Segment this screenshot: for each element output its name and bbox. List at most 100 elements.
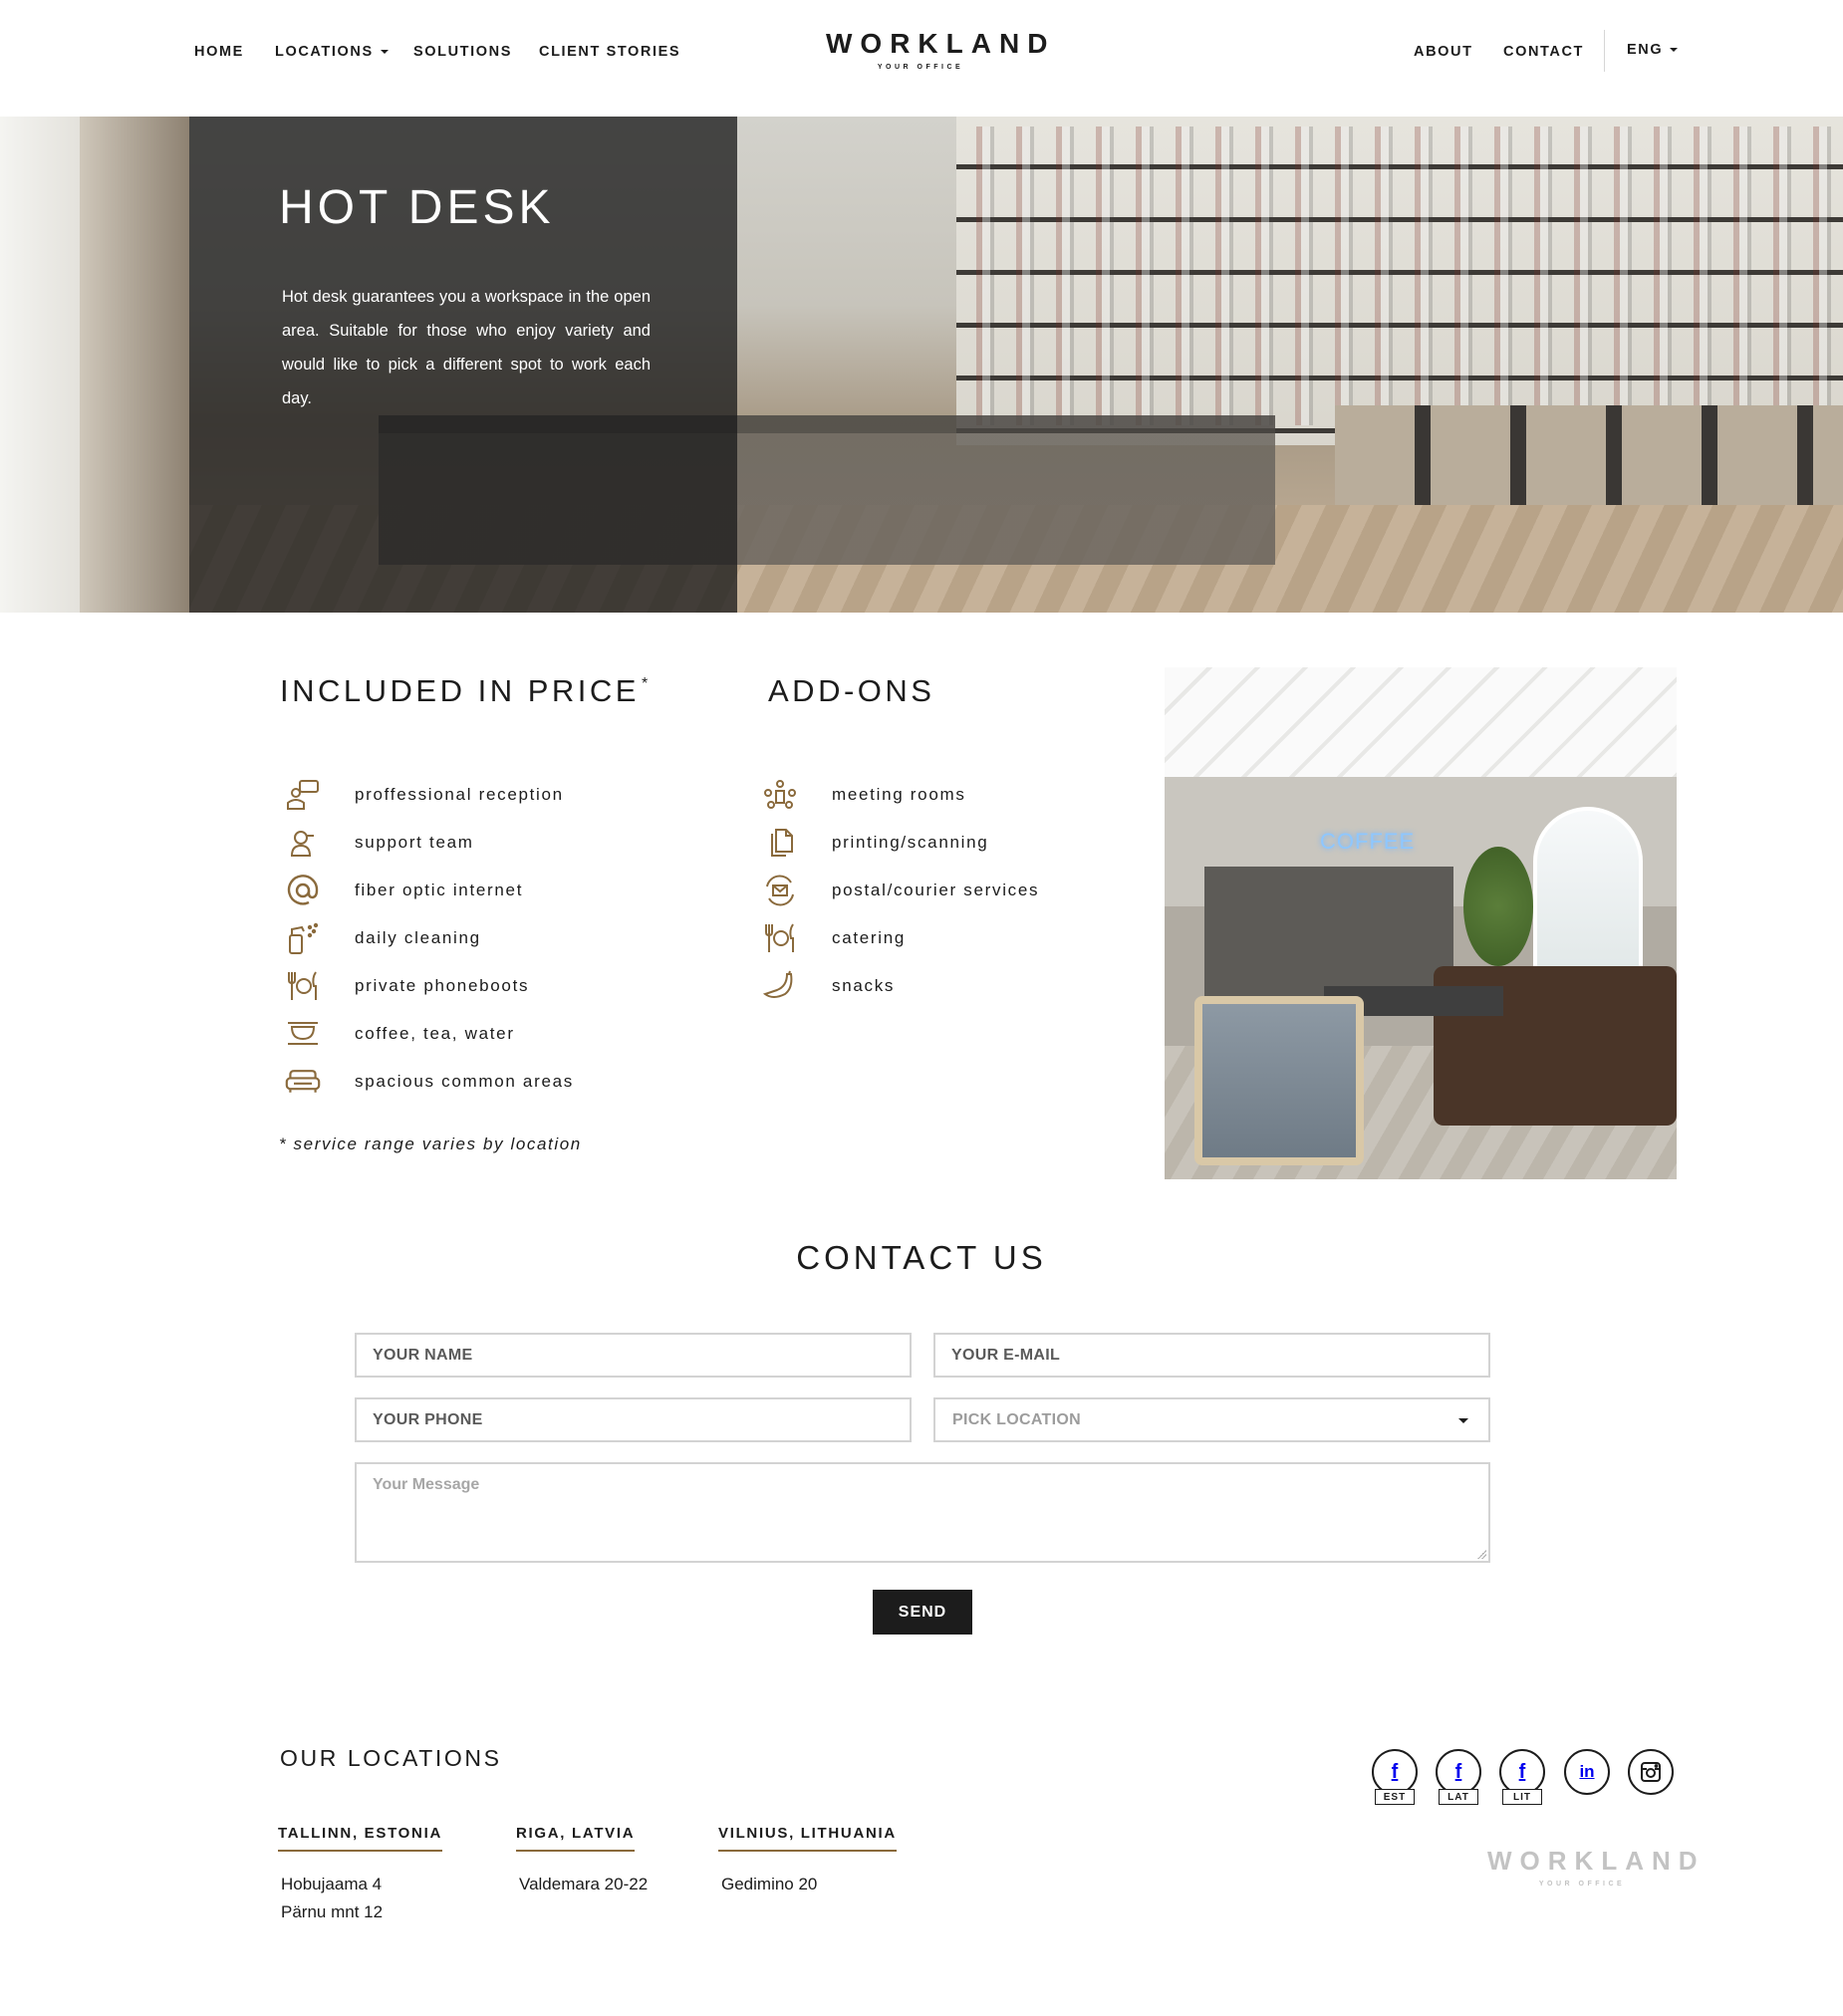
addon-item-label: postal/courier services <box>832 881 1040 899</box>
language-selector[interactable]: ENG <box>1627 42 1679 58</box>
included-item: proffessional reception <box>285 778 564 812</box>
cleaning-spray-icon <box>285 921 321 955</box>
nav-home[interactable]: HOME <box>194 44 244 60</box>
email-field[interactable] <box>935 1335 1488 1376</box>
city-vilnius[interactable]: VILNIUS, LITHUANIA <box>718 1825 897 1852</box>
hero-description: Hot desk guarantees you a workspace in t… <box>282 288 651 407</box>
addon-item: snacks <box>762 969 895 1003</box>
lounge-image-ceiling <box>1165 667 1677 777</box>
included-item-label: private phoneboots <box>355 976 530 995</box>
name-field[interactable] <box>357 1335 910 1376</box>
coffee-neon-sign: COFFEE <box>1320 829 1416 854</box>
nav-label: ABOUT <box>1414 44 1473 60</box>
nav-about[interactable]: ABOUT <box>1414 44 1473 60</box>
address-line: Valdemara 20-22 <box>519 1875 649 1893</box>
nav-label: CLIENT STORIES <box>539 44 681 60</box>
addons-title: ADD-ONS <box>768 673 935 708</box>
facebook-lit-tag: LIT <box>1502 1789 1542 1805</box>
addon-item: catering <box>762 921 906 955</box>
nav-label: LOCATIONS <box>275 44 374 60</box>
page-title: HOT DESK <box>279 181 555 234</box>
cutlery-icon <box>285 969 321 1003</box>
included-item-label: spacious common areas <box>355 1072 574 1091</box>
hero-image-window <box>0 117 80 613</box>
nav-contact[interactable]: CONTACT <box>1503 44 1584 60</box>
address-line: Gedimino 20 <box>721 1875 818 1893</box>
logo-wordmark: WORKLAND <box>1487 1846 1706 1876</box>
address-list: Hobujaama 4 Pärnu mnt 12 <box>281 1871 383 1926</box>
included-item-label: coffee, tea, water <box>355 1024 515 1043</box>
city-riga[interactable]: RIGA, LATVIA <box>516 1825 636 1852</box>
contact-title: CONTACT US <box>796 1239 1047 1276</box>
message-field-wrapper <box>355 1462 1490 1563</box>
resize-handle-icon[interactable] <box>1476 1549 1486 1559</box>
included-item-label: support team <box>355 833 474 852</box>
addon-item-label: snacks <box>832 976 896 995</box>
facebook-glyph: f <box>1518 1760 1526 1783</box>
facebook-lat-tag: LAT <box>1439 1789 1478 1805</box>
included-item: fiber optic internet <box>285 874 523 907</box>
addon-item: printing/scanning <box>762 826 988 860</box>
included-item: support team <box>285 826 474 860</box>
nav-label: HOME <box>194 44 244 60</box>
lounge-image-plant <box>1463 847 1533 966</box>
addon-item-label: printing/scanning <box>832 833 989 852</box>
address-line: Pärnu mnt 12 <box>281 1902 384 1921</box>
facebook-est-tag: EST <box>1375 1789 1415 1805</box>
linkedin-glyph: in <box>1579 1762 1595 1781</box>
included-title-text: INCLUDED IN PRICE <box>280 673 640 708</box>
nav-label: SOLUTIONS <box>413 44 512 60</box>
addon-item: meeting rooms <box>762 778 966 812</box>
meeting-icon <box>762 778 798 812</box>
location-select-label: PICK LOCATION <box>952 1411 1081 1428</box>
included-item: daily cleaning <box>285 921 481 955</box>
included-item: spacious common areas <box>285 1065 574 1099</box>
email-field-wrapper <box>933 1333 1490 1378</box>
address-list: Gedimino 20 <box>721 1871 817 1898</box>
address-line: Hobujaama 4 <box>281 1875 383 1893</box>
included-item-label: proffessional reception <box>355 785 564 804</box>
locations-title: OUR LOCATIONS <box>280 1745 502 1771</box>
mail-icon <box>762 874 798 907</box>
addon-item-label: catering <box>832 928 907 947</box>
addon-item-label: meeting rooms <box>832 785 966 804</box>
cutlery-icon <box>762 921 798 955</box>
top-navigation: HOME LOCATIONS SOLUTIONS CLIENT STORIES … <box>0 0 1843 117</box>
facebook-glyph: f <box>1391 1760 1399 1783</box>
message-field[interactable] <box>357 1464 1488 1561</box>
linkedin-icon[interactable]: in <box>1564 1749 1610 1795</box>
included-item-label: daily cleaning <box>355 928 481 947</box>
reception-icon <box>285 778 321 812</box>
city-tallinn[interactable]: TALLINN, ESTONIA <box>278 1825 442 1852</box>
footer-logo[interactable]: WORKLAND YOUR OFFICE <box>1487 1846 1706 1888</box>
instagram-icon[interactable] <box>1628 1749 1674 1795</box>
phone-field[interactable] <box>357 1399 910 1440</box>
nav-solutions[interactable]: SOLUTIONS <box>413 44 512 60</box>
send-button[interactable]: SEND <box>873 1590 972 1635</box>
nav-client-stories[interactable]: CLIENT STORIES <box>539 44 680 60</box>
nav-divider <box>1604 30 1605 72</box>
address-list: Valdemara 20-22 <box>519 1871 648 1898</box>
lounge-image-chair <box>1194 996 1364 1165</box>
chevron-down-icon <box>1670 48 1679 52</box>
name-field-wrapper <box>355 1333 912 1378</box>
location-select[interactable]: PICK LOCATION <box>933 1397 1490 1442</box>
hero-image-books <box>976 126 1833 425</box>
at-sign-icon <box>285 874 321 907</box>
banana-icon <box>762 969 798 1003</box>
chevron-down-icon <box>380 50 389 54</box>
hero-image-wall <box>80 117 189 613</box>
nav-label: CONTACT <box>1503 44 1585 60</box>
site-logo[interactable]: WORKLAND YOUR OFFICE <box>826 28 1056 71</box>
lounge-image-counter <box>1204 867 1453 996</box>
addon-item: postal/courier services <box>762 874 1039 907</box>
chevron-down-icon <box>1458 1418 1468 1423</box>
facebook-glyph: f <box>1454 1760 1462 1783</box>
hero-banner: HOT DESK Hot desk guarantees you a works… <box>0 117 1843 613</box>
logo-wordmark: WORKLAND <box>826 28 1056 59</box>
included-item: coffee, tea, water <box>285 1017 515 1051</box>
language-label: ENG <box>1627 42 1664 58</box>
cup-icon <box>285 1017 321 1051</box>
service-range-note: * service range varies by location <box>279 1134 582 1153</box>
nav-locations[interactable]: LOCATIONS <box>275 44 389 60</box>
